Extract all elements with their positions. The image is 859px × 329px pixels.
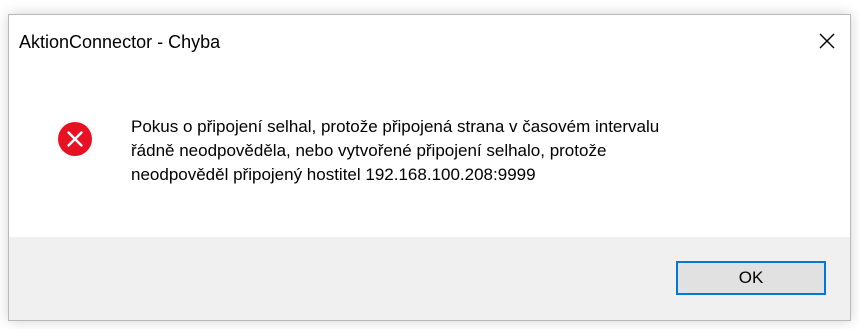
close-icon [819, 33, 835, 49]
message-line: řádně neodpověděla, nebo vytvořené připo… [131, 141, 607, 160]
close-button[interactable] [804, 15, 850, 67]
title-bar[interactable]: AktionConnector - Chyba [9, 15, 850, 67]
error-icon [58, 122, 92, 156]
error-dialog: AktionConnector - Chyba Pokus o připojen… [8, 14, 851, 321]
dialog-footer: OK [9, 237, 850, 320]
dialog-content: Pokus o připojení selhal, protože připoj… [9, 67, 850, 237]
dialog-title: AktionConnector - Chyba [19, 32, 221, 52]
message-line: Pokus o připojení selhal, protože připoj… [131, 117, 660, 136]
error-message: Pokus o připojení selhal, protože připoj… [131, 115, 821, 187]
ok-button[interactable]: OK [676, 261, 826, 295]
message-line: neodpověděl připojený hostitel 192.168.1… [131, 165, 536, 184]
